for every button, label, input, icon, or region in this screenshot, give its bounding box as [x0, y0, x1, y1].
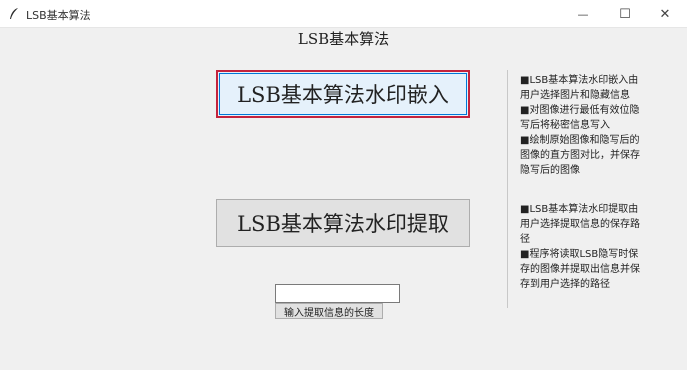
extract-length-input[interactable] — [275, 284, 400, 303]
window-title: LSB基本算法 — [26, 9, 91, 22]
vertical-divider — [507, 70, 508, 308]
page-title: LSB基本算法 — [297, 30, 390, 48]
feather-icon — [10, 8, 18, 19]
close-icon: ✕ — [659, 6, 671, 22]
maximize-button[interactable]: ☐ — [605, 0, 645, 28]
minimize-icon: — — [577, 7, 589, 21]
extract-watermark-button[interactable]: LSB基本算法水印提取 — [216, 199, 470, 247]
title-bar: LSB基本算法 — ☐ ✕ — [0, 0, 687, 28]
extract-description: ■LSB基本算法水印提取由 用户选择提取信息的保存路 径 ■程序将读取LSB隐写… — [520, 204, 640, 290]
embed-description: ■LSB基本算法水印嵌入由 用户选择图片和隐藏信息 ■对图像进行最低有效位隐 写… — [520, 75, 640, 176]
embed-watermark-button[interactable]: LSB基本算法水印嵌入 — [216, 70, 470, 118]
close-button[interactable]: ✕ — [645, 0, 685, 28]
minimize-button[interactable]: — — [563, 0, 603, 28]
extract-length-button[interactable]: 输入提取信息的长度 — [275, 303, 383, 319]
maximize-icon: ☐ — [619, 6, 631, 22]
